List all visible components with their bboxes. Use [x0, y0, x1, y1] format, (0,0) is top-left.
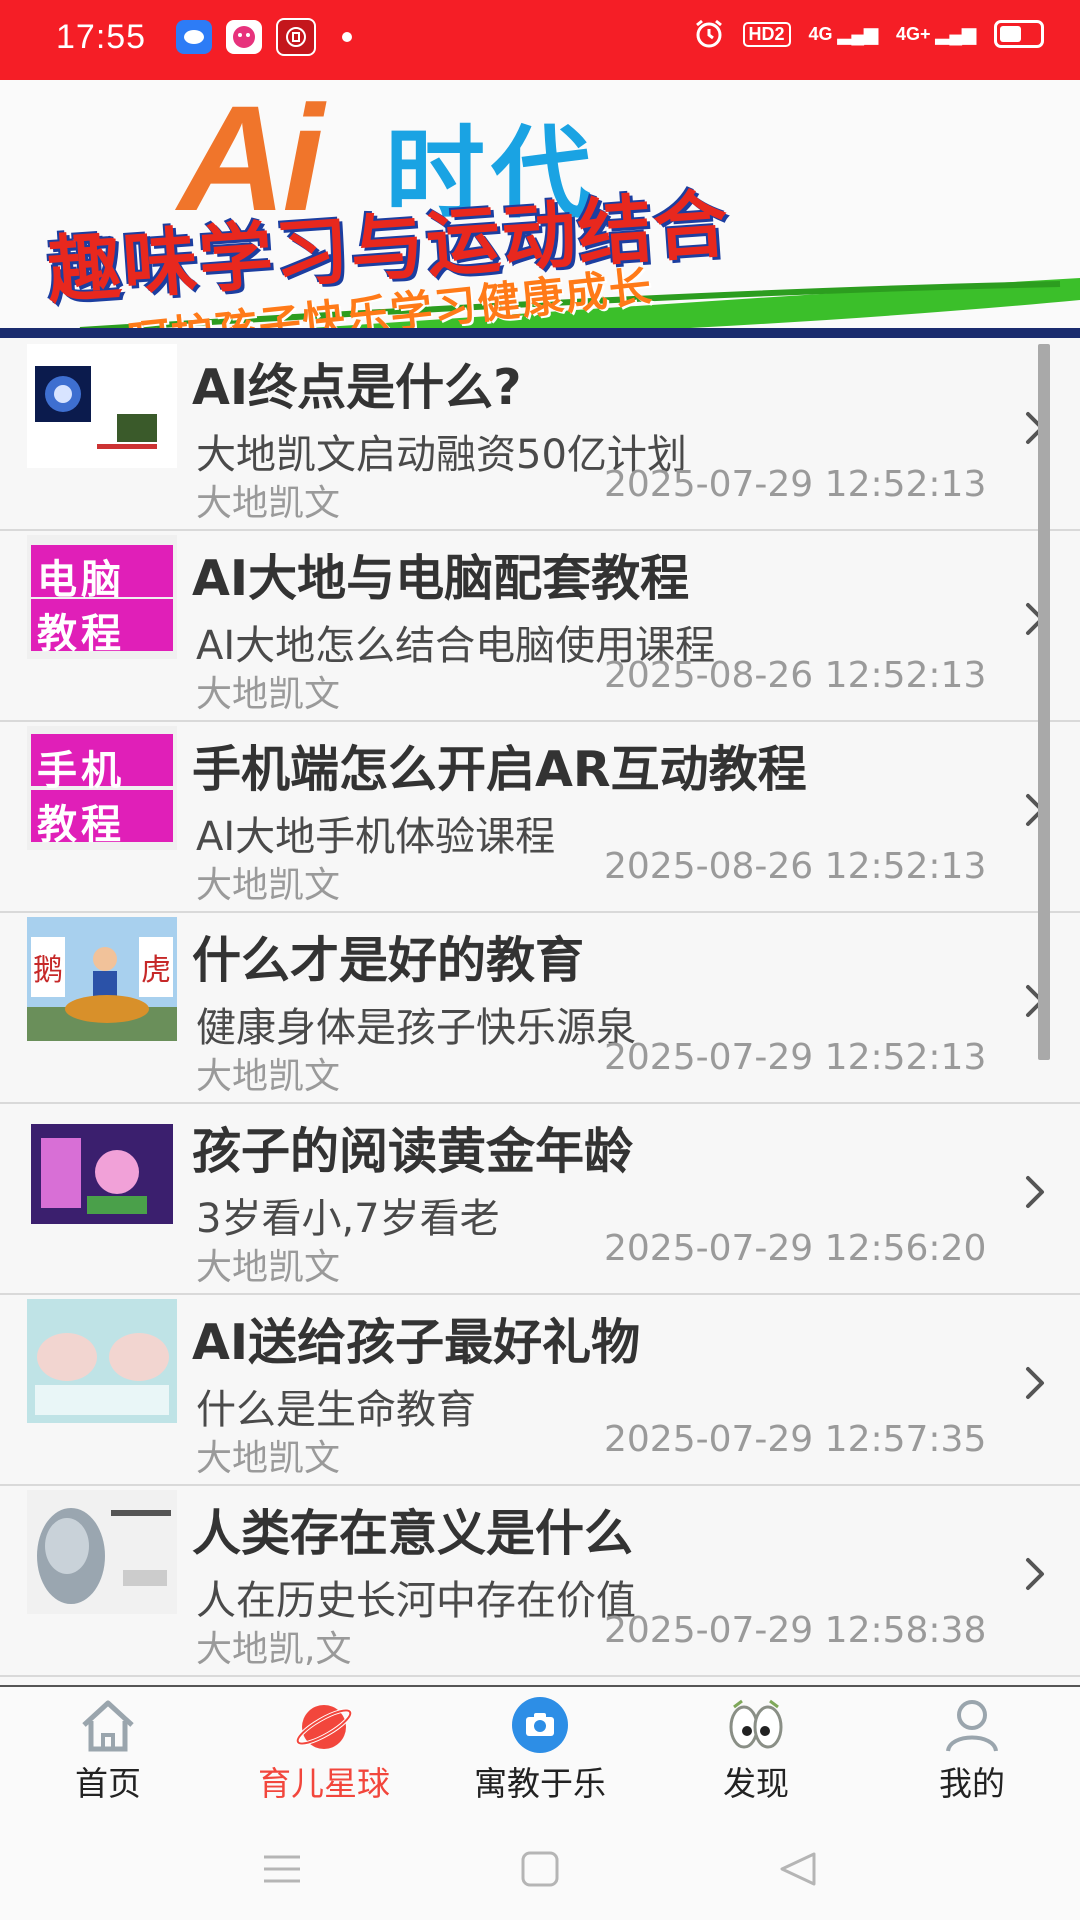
menu-lines-icon[interactable]: [260, 1851, 304, 1887]
thumbnail-label: 虎: [141, 953, 171, 988]
article-subtitle: 人在历史长河中存在价值: [196, 1578, 636, 1624]
article-date: 2025-08-26 12:52:13: [604, 655, 987, 696]
thumbnail-label: 教程: [37, 611, 125, 657]
promo-banner[interactable]: Ai 时代 趣味学习与运动结合 呵护孩子快乐学习健康成长: [0, 80, 1080, 338]
article-title: 孩子的阅读黄金年龄: [192, 1123, 634, 1180]
article-title: 人类存在意义是什么: [192, 1505, 634, 1562]
chevron-right-icon[interactable]: [1020, 1554, 1050, 1594]
home-square-icon[interactable]: [518, 1851, 562, 1887]
chevron-right-icon[interactable]: [1020, 1172, 1050, 1212]
chat-app-icon: [226, 20, 262, 54]
article-date: 2025-07-29 12:52:13: [604, 1037, 987, 1078]
list-item[interactable]: 鹅虎什么才是好的教育 健康身体是孩子快乐源泉 大地凯文 2025-07-29 12:5…: [0, 913, 1080, 1104]
article-thumbnail: 电脑 教程: [27, 535, 177, 659]
article-subtitle: 健康身体是孩子快乐源泉: [196, 1005, 636, 1051]
back-triangle-icon[interactable]: [776, 1851, 820, 1887]
article-title: 什么才是好的教育: [192, 932, 585, 989]
article-author: 大地凯文: [196, 1247, 341, 1288]
article-date: 2025-07-29 12:58:38: [604, 1610, 987, 1651]
article-date: 2025-07-29 12:56:20: [604, 1228, 987, 1269]
nav-discover-label: 发现: [723, 1764, 789, 1803]
list-item[interactable]: 电脑 教程 AI大地与电脑配套教程 AI大地怎么结合电脑使用课程 大地凯文 2025-08…: [0, 531, 1080, 722]
article-title: AI终点是什么?: [192, 359, 522, 416]
planet-icon: [295, 1705, 353, 1749]
nav-home-label: 首页: [75, 1764, 141, 1803]
battery-level: [1000, 26, 1021, 42]
article-author: 大地凯文: [196, 1438, 341, 1479]
signal-4g-icon: 4G ▂▄▆: [808, 23, 879, 44]
signal-4g-label: 4G: [808, 23, 833, 44]
list-scrollbar[interactable]: [1038, 344, 1050, 1060]
list-item[interactable]: 孩子的阅读黄金年龄 3岁看小,7岁看老大地凯文 2025-07-29 12:56:2…: [0, 1104, 1080, 1295]
nav-home[interactable]: 首页: [0, 1687, 216, 1815]
home-icon: [82, 1700, 134, 1752]
list-item[interactable]: 手机 教程 手机端怎么开启AR互动教程 AI大地手机体验课程 大地凯文 2025-08-2…: [0, 722, 1080, 913]
article-author: 大地凯,文: [196, 1629, 352, 1670]
list-item[interactable]: AI终点是什么? 大地凯文启动融资50亿计划 大地凯文 2025-07-29 12:5…: [0, 340, 1080, 531]
article-thumbnail: [27, 1490, 177, 1614]
article-title: AI送给孩子最好礼物: [192, 1314, 641, 1371]
browser-app-icon: [176, 20, 212, 54]
camera-icon: [512, 1697, 568, 1753]
article-subtitle: AI大地手机体验课程: [196, 814, 556, 860]
nav-edutainment-label: 寓教于乐: [474, 1764, 606, 1803]
article-author: 大地凯文: [196, 865, 341, 906]
article-list[interactable]: AI终点是什么? 大地凯文启动融资50亿计划 大地凯文 2025-07-29 12:5…: [0, 340, 1080, 1685]
article-date: 2025-08-26 12:52:13: [604, 846, 987, 887]
signal-4g-plus-label: 4G+: [896, 23, 931, 44]
article-date: 2025-07-29 12:52:13: [604, 464, 987, 505]
article-thumbnail: [27, 344, 177, 468]
article-title: 手机端怎么开启AR互动教程: [192, 741, 807, 798]
more-notifications-dot: [342, 32, 352, 42]
nav-discover[interactable]: 发现: [648, 1687, 864, 1815]
list-item[interactable]: 人类存在意义是什么人在历史长河中存在价值大地凯,文 2025-07-29 12:5…: [0, 1486, 1080, 1677]
hd-badge: HD2: [742, 21, 791, 47]
thumbnail-label: 教程: [37, 802, 125, 848]
nav-parenting-planet-label: 育儿星球: [258, 1764, 390, 1803]
nav-parenting-planet[interactable]: 育儿星球: [216, 1687, 432, 1815]
nav-mine[interactable]: 我的: [864, 1687, 1080, 1815]
notification-icons: [176, 18, 352, 56]
article-subtitle: 什么是生命教育: [196, 1387, 476, 1433]
system-status-icons: HD2 4G ▂▄▆ 4G+ ▂▄▆: [693, 18, 1044, 50]
user-icon: [946, 1700, 998, 1752]
status-time: 17:55: [56, 18, 147, 56]
article-date: 2025-07-29 12:57:35: [604, 1419, 987, 1460]
chevron-right-icon[interactable]: [1020, 1363, 1050, 1403]
nav-edutainment[interactable]: 寓教于乐: [432, 1687, 648, 1815]
article-thumbnail: [27, 1299, 177, 1423]
article-title: AI大地与电脑配套教程: [192, 550, 690, 607]
article-subtitle: 3岁看小,7岁看老: [196, 1196, 500, 1242]
article-thumbnail: [27, 1108, 177, 1232]
battery-icon: [994, 20, 1044, 48]
signal-4g-plus-icon: 4G+ ▂▄▆: [896, 23, 976, 44]
nav-mine-label: 我的: [939, 1764, 1005, 1803]
list-item[interactable]: AI送给孩子最好礼物什么是生命教育大地凯文 2025-07-29 12:57:35: [0, 1295, 1080, 1486]
system-nav-bar: [0, 1813, 1080, 1920]
bottom-nav: 首页 育儿星球 寓教于乐 发现 我的: [0, 1685, 1080, 1815]
bank-app-icon: [276, 18, 316, 56]
banner-bottom-strip: [0, 328, 1080, 338]
article-author: 大地凯文: [196, 483, 341, 524]
article-author: 大地凯文: [196, 1056, 341, 1097]
alarm-icon: [695, 19, 722, 48]
status-bar: 17:55 HD2 4G ▂▄▆ 4G+ ▂▄▆: [0, 0, 1080, 80]
eyes-icon: [729, 1699, 783, 1749]
article-author: 大地凯文: [196, 674, 341, 715]
thumbnail-label: 电脑: [37, 557, 125, 603]
article-thumbnail: 手机 教程: [27, 726, 177, 850]
thumbnail-label: 鹅: [33, 953, 63, 988]
thumbnail-label: 手机: [37, 748, 125, 794]
article-thumbnail: 鹅虎: [27, 917, 177, 1041]
